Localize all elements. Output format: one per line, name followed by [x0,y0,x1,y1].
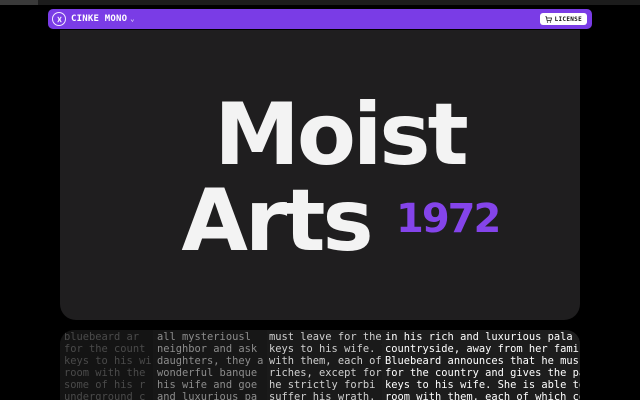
license-label: LICENSE [554,15,582,23]
cart-icon [544,15,552,23]
specimen-column-1: bluebeard ar for the count keys to his w… [60,330,153,400]
hero-year: 1972 [396,196,501,242]
specimen-line: room with them, each of which co [385,391,580,400]
specimen-column-2: all mysteriousl neighbor and ask daughte… [153,330,267,400]
specimen-line: riches, except for [269,367,382,379]
specimen-line: with them, each of [269,355,382,367]
chevron-down-icon: ⌄ [130,15,135,23]
specimen-line: wonderful banque [157,367,258,379]
specimen-line: keys to his wife. Y [269,343,382,355]
page-progress-track [0,0,640,5]
specimen-line: must leave for the [269,331,382,343]
specimen-line: keys to his wife. She is able to [385,379,580,391]
brand-name: CINKE MONO [71,14,128,24]
specimen-line: all mysteriousl [157,331,251,343]
specimen-line: his wife and goe [157,379,258,391]
specimen-line: room with the [64,367,146,379]
hero-specimen-card: Moist Arts 1972 [60,30,580,320]
specimen-line: suffer his wrath. [269,391,376,400]
specimen-line: he strictly forbi [269,379,376,391]
specimen-line: and luxurious pa [157,391,258,400]
specimen-line: in his rich and luxurious pala [385,331,573,343]
specimen-line: countryside, away from her fami [385,343,579,355]
specimen-column-3: must leave for the keys to his wife. Y w… [267,330,382,400]
top-navbar: CINKE MONO ⌄ LICENSE [48,9,592,29]
page-progress-fill [0,0,39,5]
specimen-column-4: in his rich and luxurious pala countrysi… [382,330,580,400]
text-specimen-panel: bluebeard ar for the count keys to his w… [60,330,580,400]
license-button[interactable]: LICENSE [539,13,587,25]
specimen-line: daughters, they a [157,355,264,367]
specimen-line: for the country and gives the pa [385,367,580,379]
specimen-line: underground c [64,391,146,400]
specimen-line: Bluebeard announces that he mus [385,355,579,367]
cinke-logo-icon [52,12,66,26]
brand-menu[interactable]: CINKE MONO ⌄ [52,12,134,26]
specimen-line: neighbor and ask [157,343,258,355]
specimen-line: for the count [64,343,146,355]
specimen-line: bluebeard ar [64,331,140,343]
hero-title-line-1: Moist [214,85,468,185]
specimen-line: some of his r [64,379,146,391]
specimen-line: keys to his wi [64,355,152,367]
